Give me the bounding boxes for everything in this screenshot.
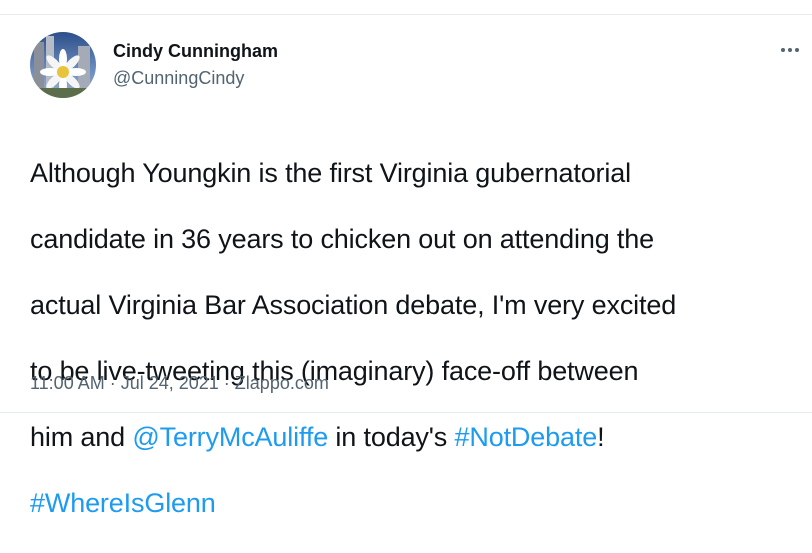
tweet-date[interactable]: Jul 24, 2021 [121,373,219,393]
tweet-line: candidate in 36 years to chicken out on … [30,224,654,254]
separator: · [104,373,121,393]
author-name[interactable]: Cindy Cunningham [113,40,278,62]
tweet-line: actual Virginia Bar Association debate, … [30,290,677,320]
tweet-line: Although Youngkin is the first Virginia … [30,158,631,188]
tweet-time[interactable]: 11:00 AM [30,373,105,393]
more-options-button[interactable] [776,36,804,64]
hashtag-link[interactable]: #WhereIsGlenn [30,488,216,518]
top-divider [0,14,812,15]
separator: · [218,373,235,393]
hashtag-link[interactable]: #NotDebate [455,422,598,452]
mention-link[interactable]: @TerryMcAuliffe [132,422,328,452]
avatar[interactable] [30,32,96,98]
tweet-text-fragment: him and [30,422,133,452]
tweet-text-fragment: ! [597,422,605,452]
tweet-line: #WhereIsGlenn [30,487,800,520]
tweet-line: him and @TerryMcAuliffe in today's #NotD… [30,421,800,454]
author-handle[interactable]: @CunningCindy [113,67,244,89]
tweet-metadata: 11:00 AM · Jul 24, 2021 · Zlappo.com [30,372,329,394]
tweet-source[interactable]: Zlappo.com [235,373,329,393]
more-dots-icon [781,48,799,52]
tweet-text: Although Youngkin is the first Virginia … [30,124,800,553]
bottom-divider [0,412,812,413]
daisy-flower-avatar-icon [30,32,96,98]
tweet-text-fragment: in today's [328,422,455,452]
